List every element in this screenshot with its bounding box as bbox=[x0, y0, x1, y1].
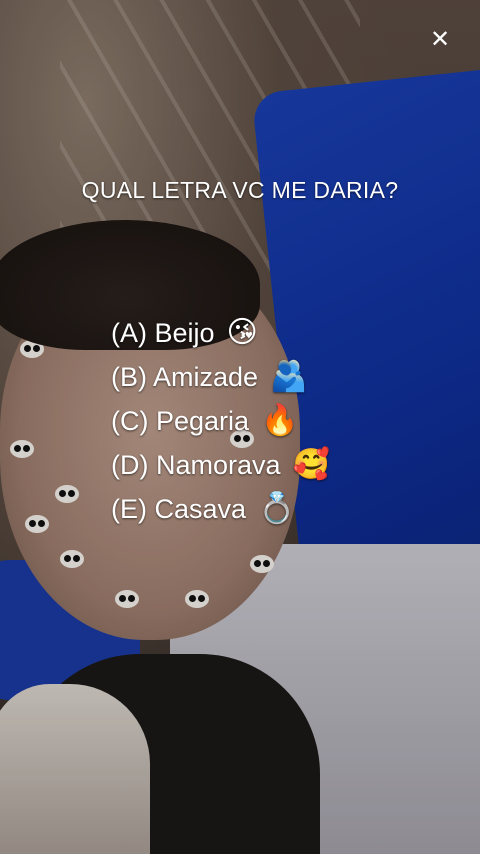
question-title: QUAL LETRA VC ME DARIA? bbox=[81, 177, 399, 203]
kiss-emoji-icon: 😘 bbox=[226, 316, 258, 349]
option-label: (A) Beijo bbox=[111, 317, 215, 348]
fire-emoji-icon: 🔥 bbox=[261, 404, 299, 437]
option-label: (E) Casava bbox=[111, 493, 247, 524]
smiling-hearts-emoji-icon: 🥰 bbox=[292, 448, 330, 481]
option-e: (E) Casava 💍 bbox=[111, 487, 330, 531]
option-c: (C) Pegaria 🔥 bbox=[111, 399, 330, 443]
option-label: (D) Namorava bbox=[111, 449, 281, 480]
option-b: (B) Amizade 🫂 bbox=[111, 355, 330, 399]
ring-emoji-icon: 💍 bbox=[258, 492, 296, 525]
option-d: (D) Namorava 🥰 bbox=[111, 443, 330, 487]
option-a: (A) Beijo 😘 bbox=[111, 311, 330, 355]
option-label: (C) Pegaria bbox=[111, 405, 250, 436]
capcut-logo-icon: ✕ bbox=[429, 25, 451, 53]
option-label: (B) Amizade bbox=[111, 361, 259, 392]
hug-emoji-icon: 🫂 bbox=[270, 360, 308, 393]
options-list: (A) Beijo 😘 (B) Amizade 🫂 (C) Pegaria 🔥 … bbox=[111, 311, 330, 531]
